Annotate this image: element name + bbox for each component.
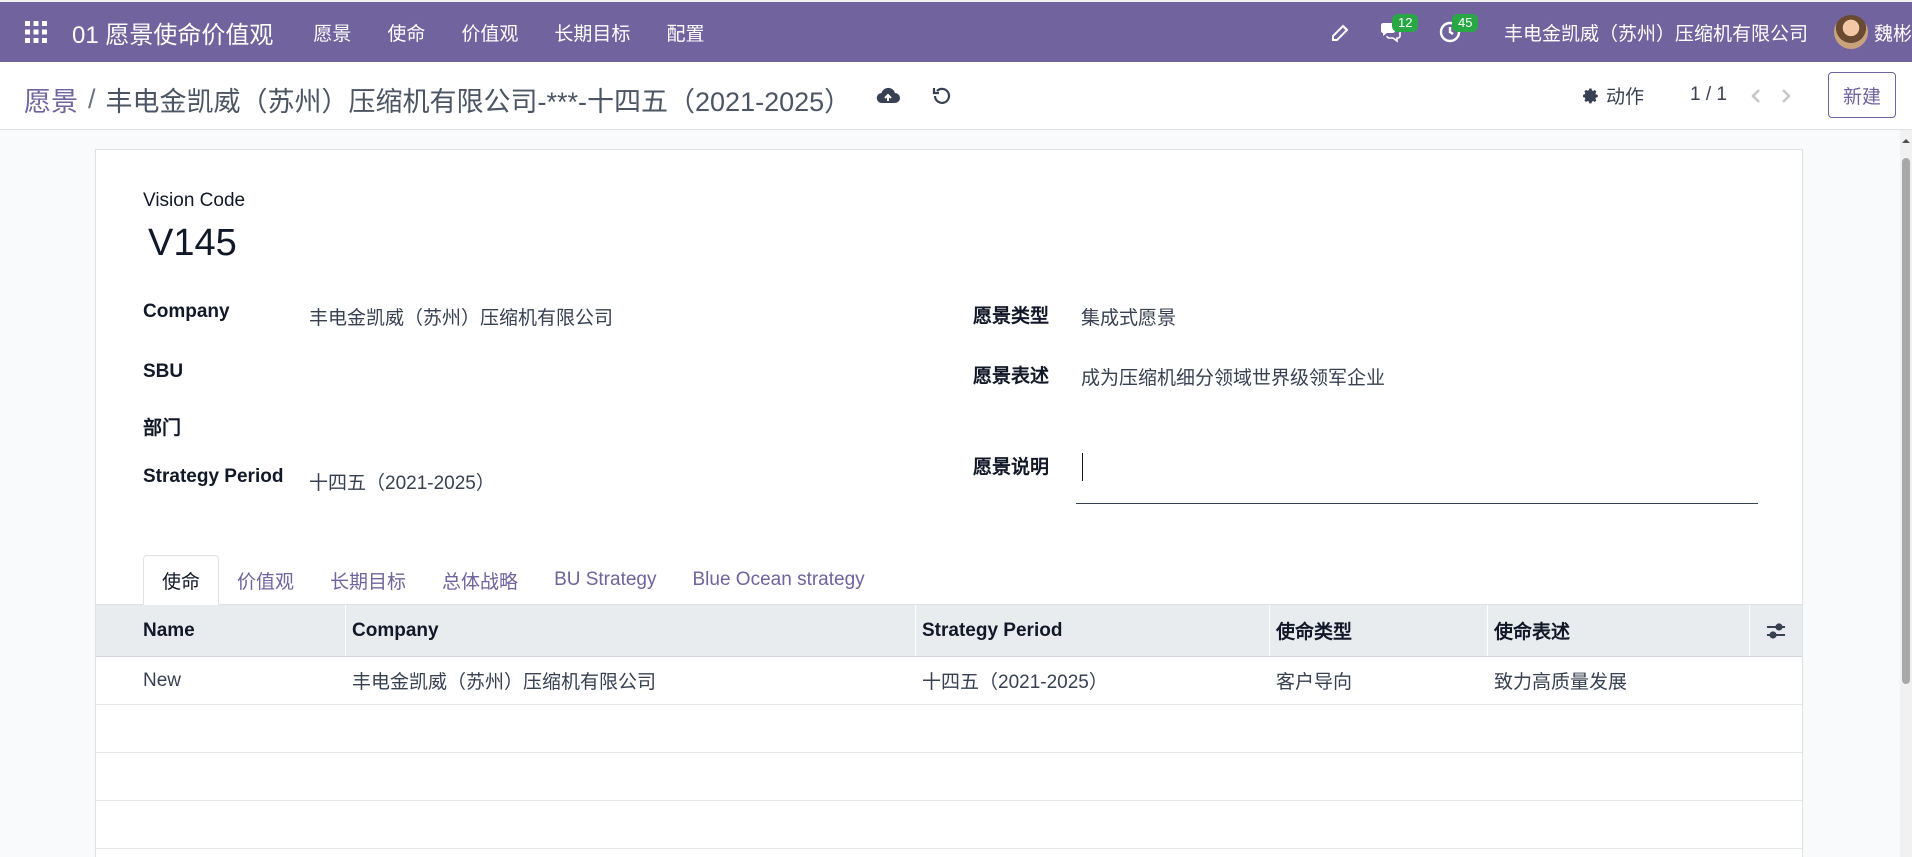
discard-undo-icon[interactable] <box>928 82 956 110</box>
sliders-icon <box>1767 622 1785 639</box>
edit-icon[interactable] <box>1324 2 1358 62</box>
vision-description-label: 愿景说明 <box>973 457 1050 478</box>
menu-vision[interactable]: 愿景 <box>295 1 369 63</box>
sbu-field[interactable] <box>309 356 869 390</box>
save-cloud-icon[interactable] <box>874 82 902 110</box>
column-header-strategy-period[interactable]: Strategy Period <box>916 605 1270 656</box>
action-menu-button[interactable]: 动作 <box>1582 82 1644 109</box>
messages-button[interactable]: 12 <box>1370 2 1419 62</box>
table-row[interactable]: New 丰电金凯威（苏州）压缩机有限公司 十四五（2021-2025） 客户导向… <box>96 657 1802 705</box>
vision-statement-label: 愿景表述 <box>973 366 1050 387</box>
breadcrumb-parent[interactable]: 愿景 <box>24 80 78 119</box>
vision-code-label: Vision Code <box>143 190 246 211</box>
form-sheet: Vision Code V145 Company 丰电金凯威（苏州）压缩机有限公… <box>95 149 1803 857</box>
strategy-period-label: Strategy Period <box>143 466 284 487</box>
tab-values[interactable]: 价值观 <box>219 555 312 605</box>
column-header-name[interactable]: Name <box>96 605 346 656</box>
breadcrumb: 愿景 / 丰电金凯威（苏州）压缩机有限公司-***-十四五（2021-2025） <box>24 80 851 119</box>
scroll-up-arrow-icon[interactable] <box>1901 136 1911 146</box>
top-navbar: 01 愿景使命价值观 愿景 使命 价值观 长期目标 配置 12 45 丰电金凯威… <box>0 0 1912 62</box>
cell-strategy-period: 十四五（2021-2025） <box>922 672 1108 693</box>
company-label: Company <box>143 301 230 322</box>
list-header: Name Company Strategy Period 使命类型 使命表述 <box>96 605 1802 657</box>
sbu-label: SBU <box>143 361 184 382</box>
tab-mission[interactable]: 使命 <box>143 555 220 605</box>
cell-mission-statement: 致力高质量发展 <box>1494 672 1628 693</box>
cell-mission-type: 客户导向 <box>1276 672 1353 693</box>
user-menu[interactable]: 魏彬 <box>1874 19 1912 46</box>
vision-code-field[interactable]: V145 <box>148 222 237 265</box>
new-record-button[interactable]: 新建 <box>1828 72 1896 118</box>
empty-row <box>96 801 1802 849</box>
column-header-mission-type[interactable]: 使命类型 <box>1270 605 1488 656</box>
cell-empty <box>1750 657 1802 704</box>
action-menu-label: 动作 <box>1606 87 1645 108</box>
menu-configuration[interactable]: 配置 <box>648 1 722 63</box>
column-header-company[interactable]: Company <box>346 605 916 656</box>
menu-values[interactable]: 价值观 <box>443 1 536 63</box>
empty-row <box>96 753 1802 801</box>
department-field[interactable] <box>309 408 869 442</box>
menu-long-term-goals[interactable]: 长期目标 <box>536 1 648 63</box>
notebook-tabs: 使命 价值观 长期目标 总体战略 BU Strategy Blue Ocean … <box>143 555 883 605</box>
messages-badge: 12 <box>1391 14 1419 32</box>
text-cursor <box>1082 453 1083 481</box>
strategy-period-field[interactable]: 十四五（2021-2025） <box>309 468 495 495</box>
tab-bu-strategy[interactable]: BU Strategy <box>536 555 674 605</box>
column-header-mission-statement[interactable]: 使命表述 <box>1488 605 1750 656</box>
activities-badge: 45 <box>1451 14 1479 32</box>
apps-menu-icon[interactable] <box>0 1 72 63</box>
vision-statement-field[interactable]: 成为压缩机细分领域世界级领军企业 <box>1081 363 1385 390</box>
app-title[interactable]: 01 愿景使命价值观 <box>72 15 273 50</box>
vision-description-field[interactable] <box>1076 445 1758 504</box>
company-switcher[interactable]: 丰电金凯威（苏州）压缩机有限公司 <box>1504 19 1808 46</box>
tab-overall-strategy[interactable]: 总体战略 <box>424 555 536 605</box>
menu-mission[interactable]: 使命 <box>369 1 443 63</box>
scrollbar-thumb[interactable] <box>1902 158 1910 684</box>
cell-name: New <box>143 669 182 691</box>
vision-type-label: 愿景类型 <box>973 306 1050 327</box>
pager-next-icon[interactable] <box>1774 82 1798 110</box>
pager-value[interactable]: 1 / 1 <box>1690 84 1727 106</box>
optional-columns-toggle[interactable] <box>1750 605 1802 656</box>
breadcrumb-separator: / <box>88 84 96 114</box>
tab-blue-ocean-strategy[interactable]: Blue Ocean strategy <box>675 555 883 605</box>
department-label: 部门 <box>143 418 182 439</box>
breadcrumb-current: 丰电金凯威（苏州）压缩机有限公司-***-十四五（2021-2025） <box>105 87 852 117</box>
company-field[interactable]: 丰电金凯威（苏州）压缩机有限公司 <box>309 303 613 330</box>
mission-list: Name Company Strategy Period 使命类型 使命表述 N… <box>96 605 1802 849</box>
control-panel: 愿景 / 丰电金凯威（苏州）压缩机有限公司-***-十四五（2021-2025）… <box>0 62 1912 130</box>
activities-button[interactable]: 45 <box>1430 2 1479 62</box>
gear-icon <box>1583 88 1598 103</box>
cell-company: 丰电金凯威（苏州）压缩机有限公司 <box>352 672 657 693</box>
avatar[interactable] <box>1833 15 1868 49</box>
pager-previous-icon[interactable] <box>1744 82 1768 110</box>
vision-type-field[interactable]: 集成式愿景 <box>1081 303 1176 330</box>
empty-row <box>96 705 1802 753</box>
tab-long-term-goals[interactable]: 长期目标 <box>312 555 424 605</box>
